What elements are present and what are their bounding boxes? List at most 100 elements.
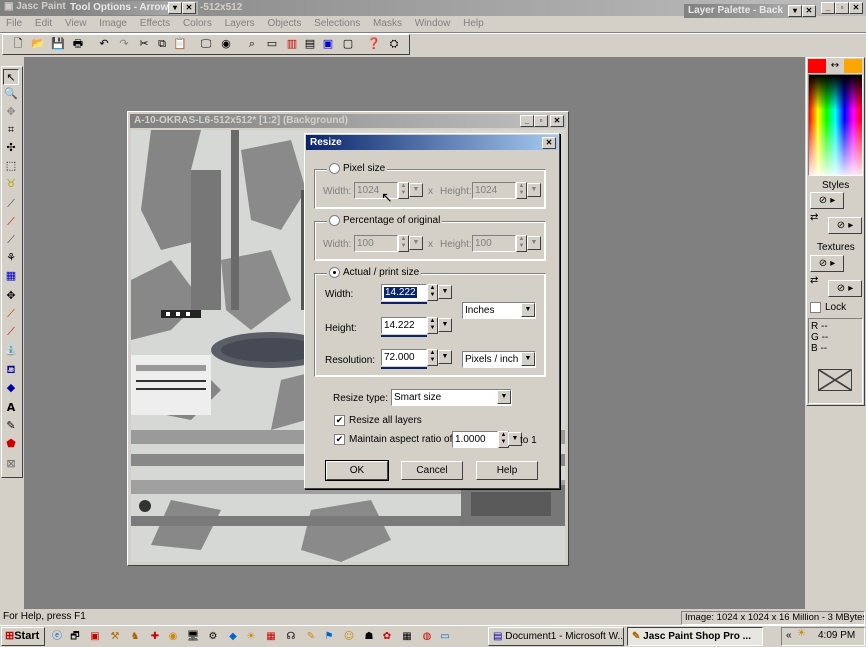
menu-objects[interactable]: Objects <box>267 18 301 29</box>
swap-styles-icon[interactable]: ⇄ <box>810 212 818 223</box>
resize-all-layers-checkbox[interactable]: ✔ Resize all layers <box>334 415 422 426</box>
pixel-size-radio-button[interactable] <box>329 163 340 174</box>
app-minimize-button[interactable]: _ <box>821 2 835 14</box>
object-selector-icon[interactable]: ⊠ <box>3 456 19 472</box>
dropper-tool-icon[interactable]: ⟋ <box>3 196 19 212</box>
crop-tool-icon[interactable]: ⌗ <box>3 122 19 138</box>
quicklaunch-icon-8[interactable]: 🖥 <box>186 630 200 644</box>
selection-tool-icon[interactable]: ⬚ <box>3 158 19 174</box>
quicklaunch-icon-16[interactable]: ☺ <box>342 630 356 644</box>
clone-tool-icon[interactable]: ⟋ <box>3 232 19 248</box>
app-maximize-button[interactable]: ▫ <box>835 2 849 14</box>
zoom-tool-icon[interactable]: 🔍 <box>3 86 19 102</box>
actual-width-spinner[interactable]: ▲ ▼ <box>427 284 438 301</box>
script-icon[interactable]: ⛭ <box>386 36 402 52</box>
mover-tool-icon[interactable]: ✣ <box>3 140 19 156</box>
actual-size-radio-button[interactable] <box>329 267 340 278</box>
actual-width-dropdown[interactable]: ▼ <box>438 285 452 299</box>
doc-maximize-button[interactable]: ▫ <box>534 115 548 127</box>
quicklaunch-icon-9[interactable]: ⚙ <box>206 630 220 644</box>
pixel-width-spinner[interactable]: ▲ ▼ <box>398 182 409 199</box>
swap-colors-icon[interactable]: ↔ <box>826 59 844 73</box>
tool-options-collapse-button[interactable]: ▾ <box>168 2 182 14</box>
tray-expand-icon[interactable]: « <box>786 630 792 641</box>
paintbrush-tool-icon[interactable]: ⟋ <box>3 214 19 230</box>
menu-help[interactable]: Help <box>463 18 484 29</box>
start-button[interactable]: ⊞Start <box>1 627 45 646</box>
undo-icon[interactable]: ↶ <box>96 36 112 52</box>
percent-height-dropdown[interactable]: ▼ <box>527 236 541 250</box>
cancel-button[interactable]: Cancel <box>401 461 463 480</box>
full-screen-icon[interactable]: ◉ <box>218 36 234 52</box>
units-select-arrow[interactable]: ▼ <box>521 303 535 317</box>
freehand-tool-icon[interactable]: ♉ <box>3 176 19 192</box>
resize-type-arrow[interactable]: ▼ <box>497 390 511 404</box>
background-texture-button[interactable]: ⊘ ▸ <box>828 280 862 297</box>
task-paint-shop[interactable]: ✎ Jasc Paint Shop Pro ... <box>627 627 763 646</box>
pixel-width-dropdown[interactable]: ▼ <box>409 183 423 197</box>
quicklaunch-icon-12[interactable]: ▦ <box>264 630 278 644</box>
layer-palette-collapse-button[interactable]: ▾ <box>788 5 802 17</box>
foreground-texture-button[interactable]: ⊘ ▸ <box>810 255 844 272</box>
help-icon[interactable]: ❓ <box>366 36 382 52</box>
resize-type-select[interactable]: Smart size <box>391 389 512 406</box>
browse-icon[interactable]: 🖵 <box>198 36 214 52</box>
tray-app-icon[interactable]: ☀ <box>797 628 806 639</box>
menu-effects[interactable]: Effects <box>140 18 170 29</box>
resize-all-layers-check-icon[interactable]: ✔ <box>334 415 345 426</box>
layer-palette-icon[interactable]: ▣ <box>320 36 336 52</box>
resolution-field[interactable]: 72.000 <box>381 349 427 366</box>
toolbar-toggle-icon[interactable]: ▭ <box>264 36 280 52</box>
foreground-color-swatch[interactable] <box>808 59 826 73</box>
dialog-close-button[interactable]: ✕ <box>542 137 556 149</box>
resize-dialog-title-bar[interactable]: Resize <box>306 135 558 150</box>
color-palette-icon[interactable]: ▥ <box>284 36 300 52</box>
lock-checkbox[interactable]: Lock <box>810 302 846 313</box>
flood-fill-icon[interactable]: ⛾ <box>3 362 19 378</box>
task-word[interactable]: ▤ Document1 - Microsoft W... <box>488 627 624 646</box>
redo-icon[interactable]: ↷ <box>116 36 132 52</box>
arrow-tool-icon[interactable]: ↖ <box>3 69 19 85</box>
ie-icon[interactable]: ⓔ <box>50 630 64 644</box>
background-style-button[interactable]: ⊘ ▸ <box>828 217 862 234</box>
cut-icon[interactable]: ✂ <box>136 36 152 52</box>
quicklaunch-icon-21[interactable]: ▭ <box>438 630 452 644</box>
quicklaunch-icon-7[interactable]: ◉ <box>166 630 180 644</box>
menu-masks[interactable]: Masks <box>373 18 402 29</box>
document-title-bar[interactable]: A-10-OKRAS-L6-512x512* [1:2] (Background… <box>130 114 566 128</box>
paste-icon[interactable]: 📋 <box>172 36 188 52</box>
actual-height-dropdown[interactable]: ▼ <box>438 318 452 332</box>
percent-height-field[interactable]: 100 <box>472 235 516 252</box>
histogram-icon[interactable]: ▤ <box>302 36 318 52</box>
resolution-spinner[interactable]: ▲ ▼ <box>427 349 438 366</box>
percent-height-spinner[interactable]: ▲ ▼ <box>516 235 527 252</box>
doc-close-button[interactable]: ✕ <box>550 115 564 127</box>
line-tool-icon[interactable]: ✎ <box>3 418 19 434</box>
draw-tool-icon[interactable]: ◆ <box>3 380 19 396</box>
background-color-swatch[interactable] <box>844 59 862 73</box>
save-icon[interactable]: 💾 <box>50 36 66 52</box>
retouch-tool-icon[interactable]: ▦ <box>3 268 19 284</box>
deform-tool-icon[interactable]: ✥ <box>3 104 19 120</box>
resolution-units-arrow[interactable]: ▼ <box>521 352 535 366</box>
percent-width-dropdown[interactable]: ▼ <box>409 236 423 250</box>
quicklaunch-icon-18[interactable]: ✿ <box>380 630 394 644</box>
new-icon[interactable]: 🗋 <box>10 36 26 52</box>
copy-icon[interactable]: ⧉ <box>154 36 170 52</box>
quicklaunch-icon-14[interactable]: ✎ <box>304 630 318 644</box>
quicklaunch-icon-17[interactable]: ☗ <box>362 630 376 644</box>
quicklaunch-icon-5[interactable]: ♞ <box>128 630 142 644</box>
open-icon[interactable]: 📂 <box>30 36 46 52</box>
ok-button[interactable]: OK <box>325 460 389 481</box>
maintain-aspect-check-icon[interactable]: ✔ <box>334 434 345 445</box>
explorer-icon[interactable]: 🗗 <box>68 630 82 644</box>
quicklaunch-icon-10[interactable]: ◆ <box>226 630 240 644</box>
resolution-dropdown[interactable]: ▼ <box>438 350 452 364</box>
maintain-aspect-checkbox[interactable]: ✔ Maintain aspect ratio of: <box>334 434 455 445</box>
preset-shapes-icon[interactable]: ⬟ <box>3 436 19 452</box>
menu-file[interactable]: File <box>6 18 22 29</box>
actual-size-radio[interactable]: Actual / print size <box>327 267 422 279</box>
pixel-height-dropdown[interactable]: ▼ <box>527 183 541 197</box>
tool-options-close-button[interactable]: ✕ <box>182 2 196 14</box>
app-close-button[interactable]: ✕ <box>849 2 863 14</box>
